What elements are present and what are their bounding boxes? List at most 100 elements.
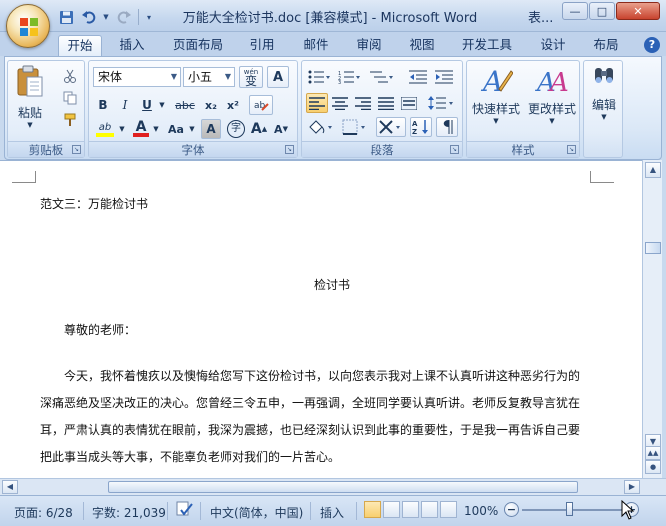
- tab-design[interactable]: 设计: [533, 35, 573, 56]
- editing-button[interactable]: 编辑 ▼: [585, 65, 623, 135]
- sort-icon[interactable]: AZ: [410, 117, 432, 137]
- vertical-scrollbar[interactable]: ▲ ▼ ▲▲ ●: [642, 160, 662, 478]
- font-color-dropdown-icon[interactable]: ▼: [151, 119, 161, 139]
- outline-view-icon[interactable]: [421, 501, 438, 518]
- undo-dropdown-icon[interactable]: ▼: [102, 8, 110, 26]
- bullets-icon[interactable]: [306, 67, 332, 87]
- distributed-icon[interactable]: [398, 93, 420, 113]
- clipboard-launcher-icon[interactable]: ↘: [72, 145, 81, 154]
- zoom-out-icon[interactable]: −: [504, 502, 519, 517]
- tab-insert[interactable]: 插入: [110, 35, 154, 56]
- char-border-button[interactable]: A: [267, 66, 289, 88]
- document-title[interactable]: 检讨书: [12, 276, 652, 293]
- office-button[interactable]: [6, 4, 50, 48]
- body-line[interactable]: 把此事当成头等大事，不能辜负老师对我们的一片苦心。: [40, 448, 340, 465]
- body-line[interactable]: 深痛恶绝及坚决改正的决心。您曾经三令五申，一再强调，全班同学要认真听讲。老师反复…: [40, 394, 580, 411]
- bold-button[interactable]: B: [93, 95, 113, 115]
- save-icon[interactable]: [56, 8, 76, 26]
- underline-dropdown-icon[interactable]: ▼: [157, 95, 167, 115]
- shrink-font-button[interactable]: A ▼: [271, 119, 291, 139]
- enclose-char-button[interactable]: 字: [225, 119, 247, 139]
- paste-button[interactable]: 粘贴 ▼: [10, 65, 50, 135]
- salutation[interactable]: 尊敬的老师：: [64, 321, 136, 338]
- underline-button[interactable]: U: [137, 95, 157, 115]
- font-size-dropdown-icon[interactable]: ▼: [222, 68, 234, 86]
- strikethrough-button[interactable]: abc: [171, 95, 199, 115]
- highlight-dropdown-icon[interactable]: ▼: [117, 119, 127, 139]
- horizontal-scrollbar[interactable]: ◀ ▶: [0, 478, 666, 495]
- change-case-dropdown-icon[interactable]: ▼: [187, 119, 197, 139]
- shading-icon[interactable]: [306, 117, 336, 137]
- vertical-scroll-thumb[interactable]: [645, 242, 661, 254]
- superscript-button[interactable]: x²: [223, 95, 243, 115]
- proofing-icon[interactable]: [176, 501, 194, 521]
- maximize-button[interactable]: □: [589, 2, 615, 20]
- cut-icon[interactable]: [60, 66, 80, 86]
- tab-mailings[interactable]: 邮件: [296, 35, 336, 56]
- justify-icon[interactable]: [375, 93, 397, 113]
- format-painter-icon[interactable]: [60, 110, 80, 130]
- heading-line[interactable]: 范文三：万能检讨书: [40, 195, 148, 212]
- styles-launcher-icon[interactable]: ↘: [567, 145, 576, 154]
- tab-layout[interactable]: 布局: [586, 35, 626, 56]
- font-launcher-icon[interactable]: ↘: [285, 145, 294, 154]
- close-button[interactable]: ✕: [616, 2, 660, 20]
- scroll-right-icon[interactable]: ▶: [624, 480, 640, 494]
- clear-formatting-button[interactable]: ab: [249, 95, 273, 115]
- select-browse-object-icon[interactable]: ●: [645, 460, 661, 474]
- chinese-layout-icon[interactable]: [376, 117, 406, 137]
- document-page[interactable]: 范文三：万能检讨书 检讨书 尊敬的老师： 今天，我怀着愧疚以及懊悔给您写下这份检…: [12, 161, 640, 479]
- full-screen-reading-view-icon[interactable]: [383, 501, 400, 518]
- numbering-icon[interactable]: 123: [336, 67, 362, 87]
- language-status[interactable]: 中文(简体，中国): [210, 504, 303, 521]
- paragraph-launcher-icon[interactable]: ↘: [450, 145, 459, 154]
- line-spacing-icon[interactable]: [426, 93, 456, 113]
- zoom-slider-knob[interactable]: [566, 502, 573, 516]
- font-name-dropdown-icon[interactable]: ▼: [168, 68, 180, 86]
- change-styles-dropdown-icon[interactable]: ▼: [525, 117, 579, 125]
- italic-button[interactable]: I: [115, 95, 135, 115]
- decrease-indent-icon[interactable]: [406, 67, 430, 87]
- tab-references[interactable]: 引用: [242, 35, 282, 56]
- align-left-icon[interactable]: [306, 93, 328, 113]
- customize-qat-icon[interactable]: ▾: [144, 8, 154, 26]
- page-count[interactable]: 页面: 6/28: [14, 504, 73, 521]
- copy-icon[interactable]: [60, 88, 80, 108]
- change-case-button[interactable]: Aa: [165, 119, 187, 139]
- paste-dropdown-icon[interactable]: ▼: [10, 121, 50, 129]
- phonetic-guide-button[interactable]: wén 变: [239, 66, 263, 88]
- tab-view[interactable]: 视图: [402, 35, 442, 56]
- tab-developer[interactable]: 开发工具: [455, 35, 519, 56]
- font-color-button[interactable]: A: [131, 119, 151, 139]
- quick-styles-dropdown-icon[interactable]: ▼: [469, 117, 523, 125]
- document-area[interactable]: 范文三：万能检讨书 检讨书 尊敬的老师： 今天，我怀着愧疚以及懊悔给您写下这份检…: [0, 160, 642, 479]
- tab-page-layout[interactable]: 页面布局: [166, 35, 230, 56]
- redo-icon[interactable]: [113, 8, 133, 26]
- scroll-up-icon[interactable]: ▲: [645, 162, 661, 178]
- previous-page-icon[interactable]: ▲▲: [645, 446, 661, 460]
- editing-dropdown-icon[interactable]: ▼: [585, 113, 623, 121]
- borders-icon[interactable]: [340, 117, 370, 137]
- tab-home[interactable]: 开始: [58, 35, 102, 56]
- font-name-select[interactable]: 宋体 ▼: [93, 67, 181, 87]
- grow-font-button[interactable]: A ▲: [249, 119, 269, 139]
- subscript-button[interactable]: x₂: [201, 95, 221, 115]
- char-shading-button[interactable]: A: [201, 119, 221, 139]
- draft-view-icon[interactable]: [440, 501, 457, 518]
- help-icon[interactable]: ?: [644, 37, 660, 53]
- web-layout-view-icon[interactable]: [402, 501, 419, 518]
- zoom-level[interactable]: 100%: [464, 504, 498, 518]
- minimize-button[interactable]: —: [562, 2, 588, 20]
- change-styles-button[interactable]: A A 更改样式 ▼: [525, 65, 579, 137]
- font-size-select[interactable]: 小五 ▼: [183, 67, 235, 87]
- align-right-icon[interactable]: [352, 93, 374, 113]
- show-marks-icon[interactable]: [436, 117, 458, 137]
- insert-mode-status[interactable]: 插入: [320, 504, 344, 521]
- quick-styles-button[interactable]: A 快速样式 ▼: [469, 65, 523, 137]
- undo-icon[interactable]: [79, 8, 99, 26]
- tab-review[interactable]: 审阅: [349, 35, 389, 56]
- body-line[interactable]: 今天，我怀着愧疚以及懊悔给您写下这份检讨书，以向您表示我对上课不认真听讲这种恶劣…: [64, 367, 580, 384]
- scroll-left-icon[interactable]: ◀: [2, 480, 18, 494]
- increase-indent-icon[interactable]: [432, 67, 456, 87]
- highlight-button[interactable]: ab: [93, 119, 117, 139]
